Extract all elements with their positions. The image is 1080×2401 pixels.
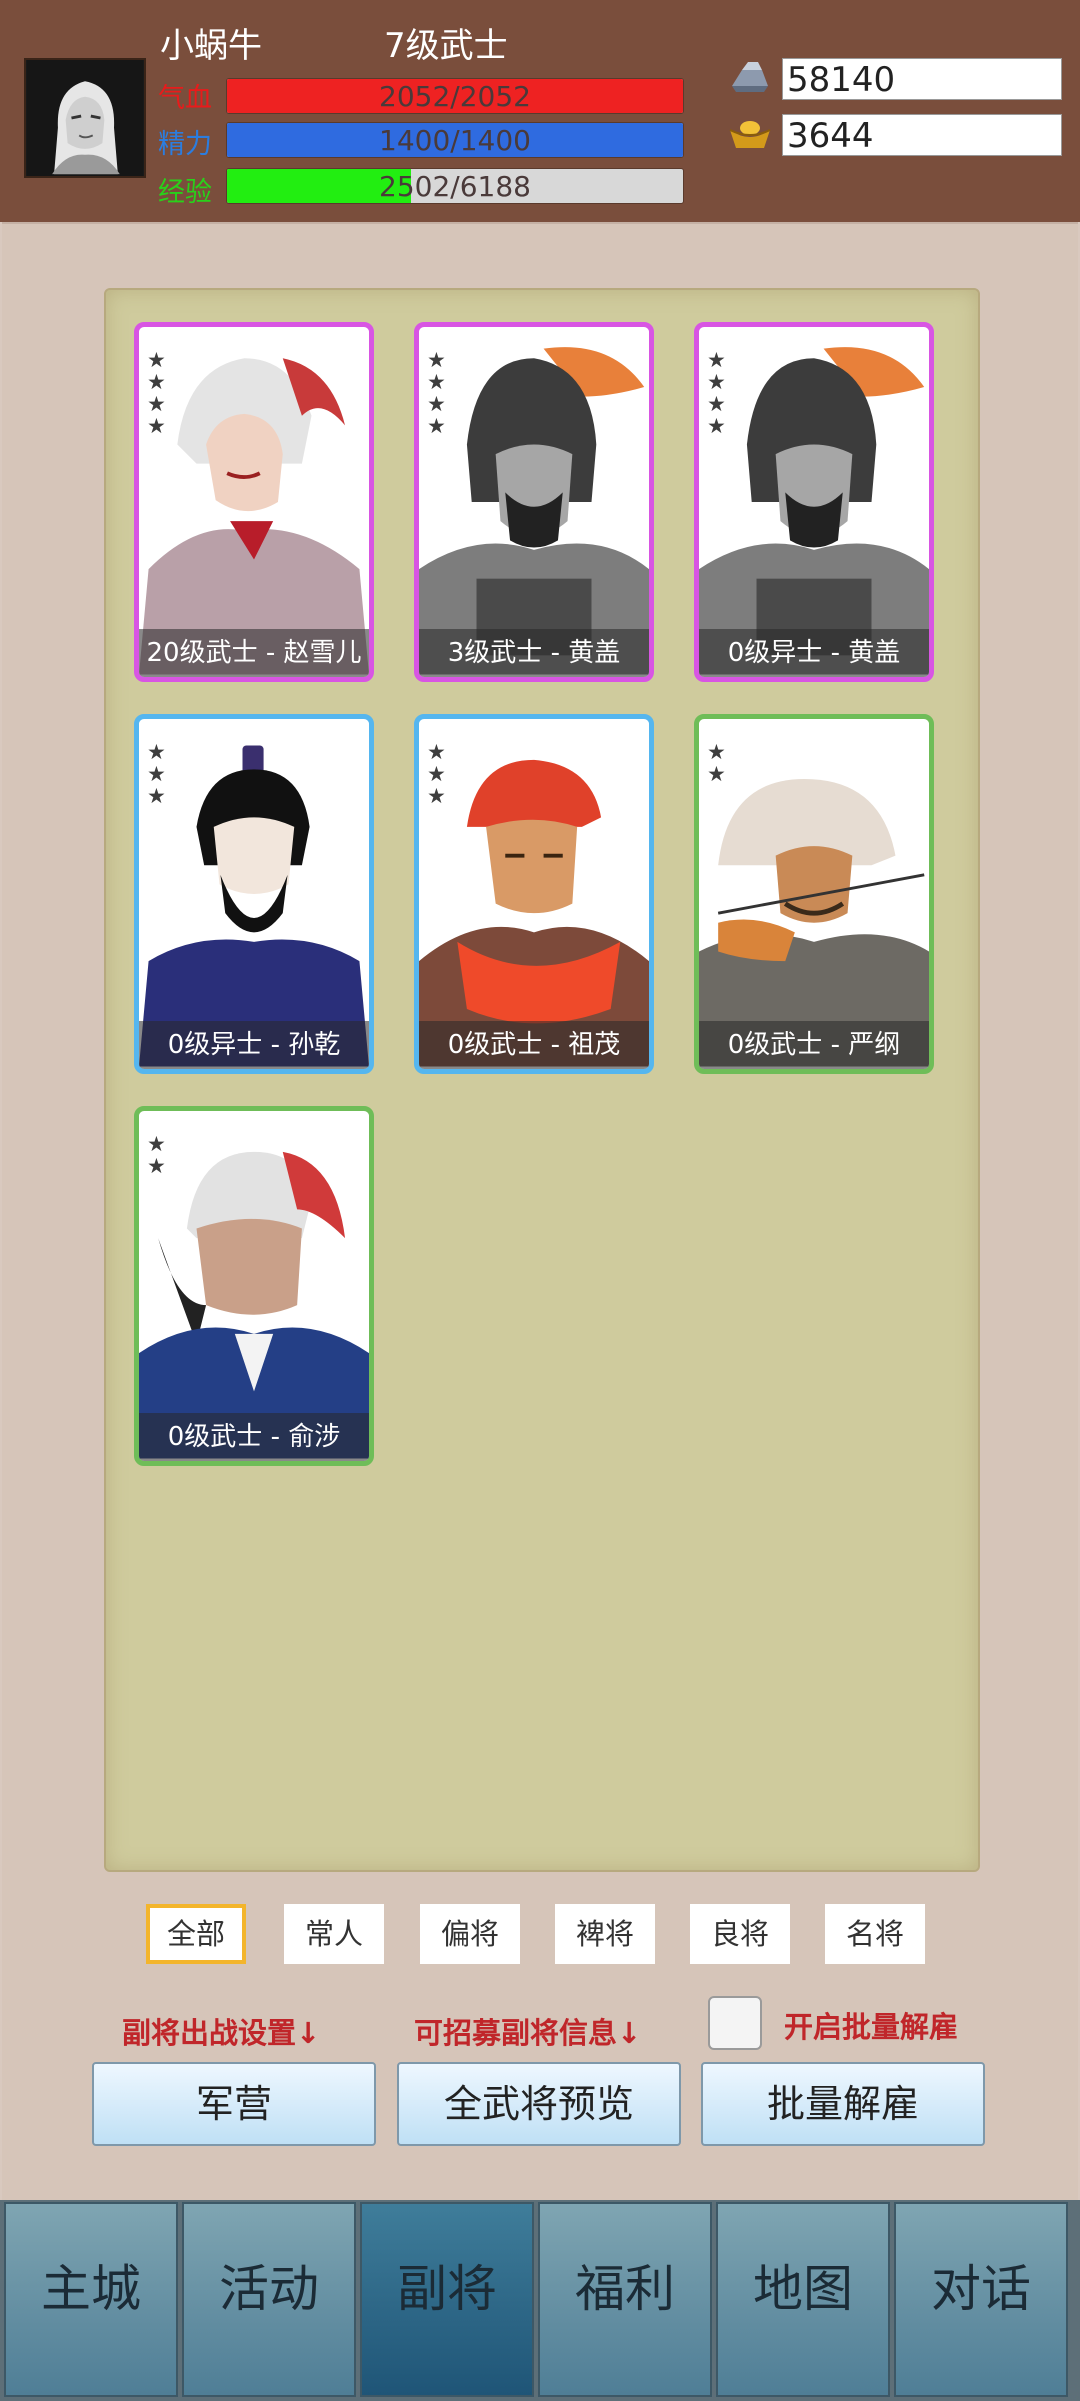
- filter-tab-all[interactable]: 全部: [146, 1904, 246, 1964]
- nav-tab-welfare[interactable]: 福利: [538, 2202, 712, 2397]
- general-portrait: [139, 329, 369, 675]
- energy-bar: 1400/1400: [226, 122, 684, 158]
- general-portrait: [139, 1113, 369, 1459]
- general-portrait: [419, 721, 649, 1067]
- recruit-info-hint: 可招募副将信息↓: [414, 2016, 642, 2050]
- filter-tab-minor-general[interactable]: 裨将: [555, 1904, 655, 1964]
- general-portrait: [699, 721, 929, 1067]
- star-icon: ★: [147, 784, 166, 808]
- filter-tab-common[interactable]: 常人: [284, 1904, 384, 1964]
- star-icon: ★: [147, 348, 166, 372]
- star-icon: ★: [427, 740, 446, 764]
- player-rank: 7级武士: [384, 26, 508, 66]
- star-icon: ★: [707, 762, 726, 786]
- exp-bar: 2502/6188: [226, 168, 684, 204]
- star-icon: ★: [147, 414, 166, 438]
- general-card[interactable]: ★ ★ ★ 0级武士 - 祖茂: [414, 714, 654, 1074]
- batch-dismiss-hint: 开启批量解雇: [784, 2010, 959, 2044]
- star-rating: ★ ★: [147, 1133, 166, 1177]
- general-card[interactable]: ★ ★ ★ ★ 0级异士 - 黄盖: [694, 322, 934, 682]
- energy-label: 精力: [158, 129, 212, 160]
- star-icon: ★: [147, 370, 166, 394]
- general-card-label: 3级武士 - 黄盖: [419, 629, 649, 677]
- filter-tab-good-general[interactable]: 良将: [690, 1904, 790, 1964]
- star-icon: ★: [427, 762, 446, 786]
- nav-tab-generals[interactable]: 副将: [360, 2202, 534, 2397]
- general-portrait: [419, 329, 649, 675]
- energy-value: 1400/1400: [379, 124, 531, 157]
- gold-amount: 3644: [782, 114, 1062, 156]
- general-card-label: 0级异士 - 孙乾: [139, 1021, 369, 1069]
- general-card[interactable]: ★ ★ 0级武士 - 俞涉: [134, 1106, 374, 1466]
- general-card[interactable]: ★ ★ 0级武士 - 严纲: [694, 714, 934, 1074]
- filter-tab-famous-general[interactable]: 名将: [825, 1904, 925, 1964]
- general-portrait: [139, 721, 369, 1067]
- general-card[interactable]: ★ ★ ★ ★ 3级武士 - 黄盖: [414, 322, 654, 682]
- star-rating: ★ ★ ★ ★: [147, 349, 166, 437]
- general-card-label: 0级异士 - 黄盖: [699, 629, 929, 677]
- general-card[interactable]: ★ ★ ★ 0级异士 - 孙乾: [134, 714, 374, 1074]
- star-icon: ★: [707, 740, 726, 764]
- avatar-portrait: [27, 60, 143, 176]
- filter-tab-partial-general[interactable]: 偏将: [420, 1904, 520, 1964]
- general-card-grid[interactable]: ★ ★ ★ ★ 20级武士 - 赵雪儿 ★ ★ ★ ★ 3级武士 - 黄盖 ★ …: [104, 288, 980, 1872]
- star-rating: ★ ★: [707, 741, 726, 785]
- star-icon: ★: [427, 370, 446, 394]
- nav-tab-events[interactable]: 活动: [182, 2202, 356, 2397]
- star-icon: ★: [707, 348, 726, 372]
- star-icon: ★: [147, 392, 166, 416]
- player-avatar[interactable]: [24, 58, 146, 178]
- star-icon: ★: [427, 784, 446, 808]
- star-icon: ★: [147, 762, 166, 786]
- star-icon: ★: [707, 392, 726, 416]
- deploy-settings-hint: 副将出战设置↓: [122, 2016, 321, 2050]
- all-generals-preview-button[interactable]: 全武将预览: [397, 2062, 681, 2146]
- exp-value: 2502/6188: [379, 170, 531, 203]
- general-card[interactable]: ★ ★ ★ ★ 20级武士 - 赵雪儿: [134, 322, 374, 682]
- general-portrait: [699, 329, 929, 675]
- star-icon: ★: [147, 1154, 166, 1178]
- star-icon: ★: [427, 392, 446, 416]
- nav-tab-dialog[interactable]: 对话: [894, 2202, 1068, 2397]
- nav-tab-map[interactable]: 地图: [716, 2202, 890, 2397]
- star-rating: ★ ★ ★ ★: [707, 349, 726, 437]
- player-name: 小蜗牛: [160, 26, 262, 66]
- general-card-label: 0级武士 - 严纲: [699, 1021, 929, 1069]
- general-card-label: 20级武士 - 赵雪儿: [139, 629, 369, 677]
- star-rating: ★ ★ ★: [427, 741, 446, 807]
- silver-amount: 58140: [782, 58, 1062, 100]
- nav-tab-main-city[interactable]: 主城: [4, 2202, 178, 2397]
- star-icon: ★: [427, 414, 446, 438]
- star-icon: ★: [147, 1132, 166, 1156]
- batch-dismiss-checkbox[interactable]: [708, 1996, 762, 2050]
- exp-label: 经验: [158, 177, 212, 208]
- batch-dismiss-button[interactable]: 批量解雇: [701, 2062, 985, 2146]
- star-icon: ★: [427, 348, 446, 372]
- star-rating: ★ ★ ★ ★: [427, 349, 446, 437]
- star-rating: ★ ★ ★: [147, 741, 166, 807]
- hp-bar: 2052/2052: [226, 78, 684, 114]
- hp-label: 气血: [158, 83, 212, 114]
- camp-button[interactable]: 军营: [92, 2062, 376, 2146]
- player-header: 小蜗牛 7级武士 气血 2052/2052 精力 1400/1400 经验 25…: [0, 0, 1080, 222]
- general-card-label: 0级武士 - 祖茂: [419, 1021, 649, 1069]
- star-icon: ★: [707, 370, 726, 394]
- general-card-label: 0级武士 - 俞涉: [139, 1413, 369, 1461]
- silver-ingot-icon: [728, 58, 772, 98]
- star-icon: ★: [147, 740, 166, 764]
- star-icon: ★: [707, 414, 726, 438]
- gold-ingot-icon: [728, 114, 772, 154]
- hp-value: 2052/2052: [379, 80, 531, 113]
